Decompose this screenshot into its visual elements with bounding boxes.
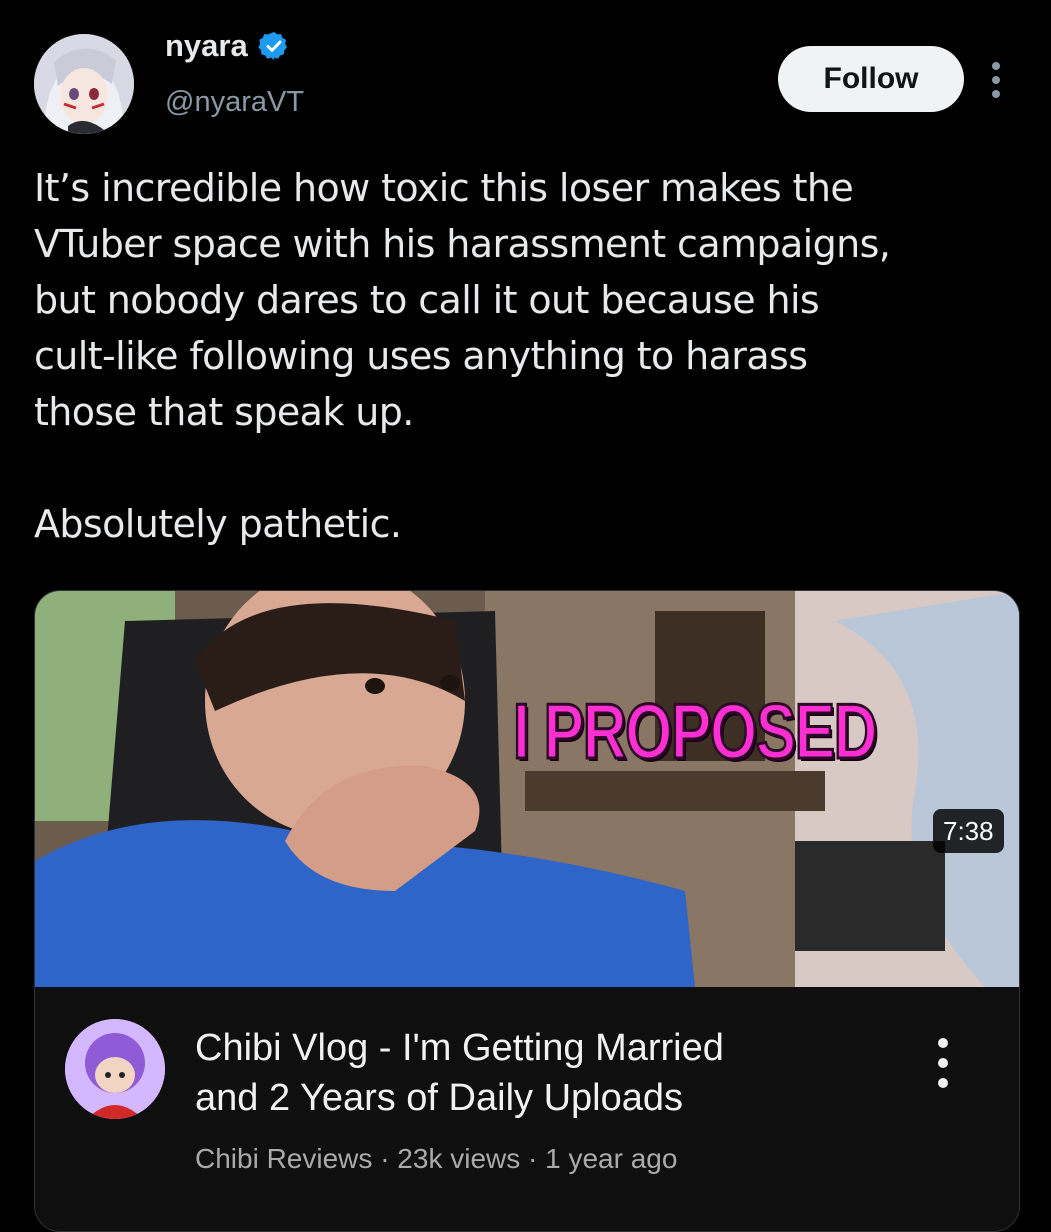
upload-age: 1 year ago [545,1143,678,1174]
meta-separator: · [528,1143,538,1174]
display-name[interactable]: nyara [165,28,248,64]
view-count: 23k views [397,1143,521,1174]
video-card[interactable]: I PROPOSED 7:38 Chibi Vlog - I'm Getting… [34,590,1020,1232]
channel-name[interactable]: Chibi Reviews [195,1143,372,1174]
author-name-row[interactable]: nyara [165,28,290,64]
verified-badge-icon [258,32,287,60]
avatar[interactable] [34,34,134,134]
video-duration: 7:38 [933,809,1004,853]
post-text: It’s incredible how toxic this loser mak… [34,166,891,546]
video-meta: Chibi Reviews · 23k views · 1 year ago [195,1143,677,1175]
meta-separator: · [380,1143,390,1174]
more-vertical-icon[interactable] [931,1031,955,1095]
user-handle[interactable]: @nyaraVT [165,86,304,119]
follow-button[interactable]: Follow [778,46,964,112]
video-title[interactable]: Chibi Vlog - I'm Getting Married and 2 Y… [195,1023,855,1123]
video-thumbnail[interactable]: I PROPOSED 7:38 [35,591,1019,987]
more-vertical-icon[interactable] [984,58,1008,102]
thumbnail-title: I PROPOSED [512,686,879,777]
channel-avatar[interactable] [65,1019,165,1119]
